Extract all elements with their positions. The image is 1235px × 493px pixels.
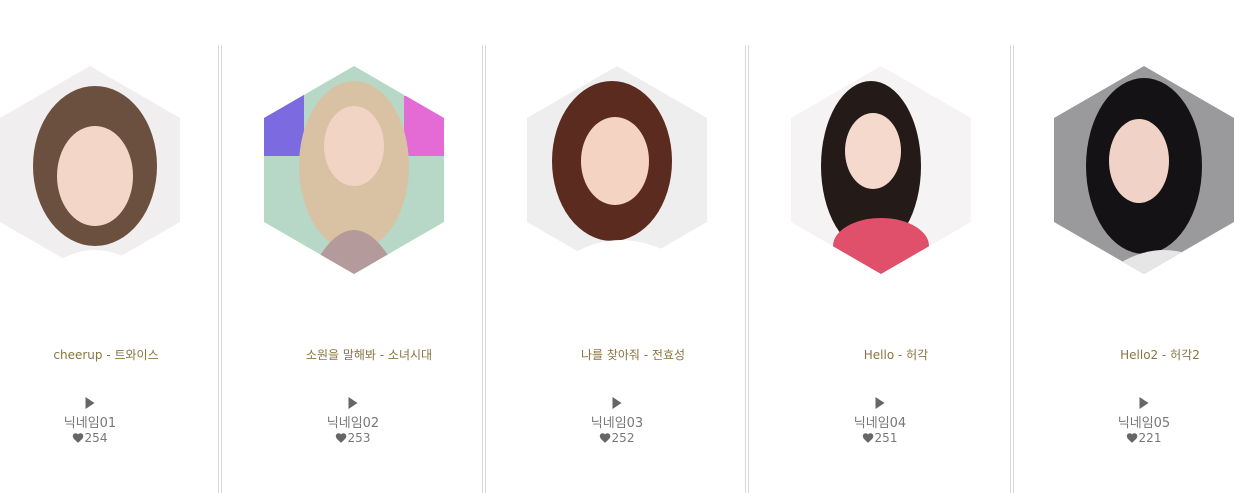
column-divider xyxy=(482,45,486,493)
nickname: 닉네임05 xyxy=(1117,416,1171,431)
song-card[interactable]: Hello2 - 허각2 닉네임05 221 xyxy=(1015,0,1235,493)
nickname: 닉네임01 xyxy=(63,416,117,431)
column-divider xyxy=(745,45,749,493)
like-count-value: 253 xyxy=(347,431,371,445)
song-card[interactable]: Hello - 허각 닉네임04 251 xyxy=(750,0,1010,493)
column-divider xyxy=(1010,45,1014,493)
photo-face xyxy=(324,106,384,186)
song-card[interactable]: cheerup - 트와이스 닉네임01 254 xyxy=(0,0,218,493)
song-title[interactable]: Hello - 허각 xyxy=(864,346,928,363)
photo-stage-light xyxy=(404,96,444,156)
like-count-value: 254 xyxy=(84,431,108,445)
play-icon[interactable] xyxy=(612,397,622,409)
photo-face xyxy=(845,113,901,189)
artist-photo[interactable] xyxy=(1054,66,1234,274)
artist-photo[interactable] xyxy=(791,66,971,274)
photo-face xyxy=(1109,119,1169,203)
artist-photo-image xyxy=(264,66,444,274)
column-divider xyxy=(218,45,222,493)
photo-stage-light xyxy=(264,86,304,156)
like-count[interactable]: 221 xyxy=(1126,431,1162,445)
nickname: 닉네임04 xyxy=(853,416,907,431)
like-count[interactable]: 254 xyxy=(72,431,108,445)
song-title[interactable]: 나를 찾아줘 - 전효성 xyxy=(581,346,685,363)
heart-icon xyxy=(72,433,84,443)
song-title[interactable]: cheerup - 트와이스 xyxy=(53,346,158,363)
play-icon[interactable] xyxy=(85,397,95,409)
nickname: 닉네임03 xyxy=(590,416,644,431)
artist-photo[interactable] xyxy=(264,66,444,274)
song-card-strip: cheerup - 트와이스 닉네임01 254 소원을 말해봐 - 소녀시대 … xyxy=(0,0,1235,493)
like-count-value: 251 xyxy=(874,431,898,445)
play-icon[interactable] xyxy=(875,397,885,409)
photo-face xyxy=(57,126,133,226)
song-card[interactable]: 나를 찾아줘 - 전효성 닉네임03 252 xyxy=(487,0,745,493)
song-card[interactable]: 소원을 말해봐 - 소녀시대 닉네임02 253 xyxy=(223,0,482,493)
like-count[interactable]: 252 xyxy=(599,431,635,445)
play-icon[interactable] xyxy=(348,397,358,409)
artist-photo[interactable] xyxy=(527,66,707,274)
artist-photo-image xyxy=(527,66,707,274)
heart-icon xyxy=(599,433,611,443)
play-icon[interactable] xyxy=(1139,397,1149,409)
like-count-value: 252 xyxy=(611,431,635,445)
song-title[interactable]: 소원을 말해봐 - 소녀시대 xyxy=(306,346,432,363)
artist-photo-image xyxy=(1054,66,1234,274)
like-count[interactable]: 251 xyxy=(862,431,898,445)
song-title[interactable]: Hello2 - 허각2 xyxy=(1120,346,1200,363)
heart-icon xyxy=(1126,433,1138,443)
heart-icon xyxy=(335,433,347,443)
like-count-value: 221 xyxy=(1138,431,1162,445)
like-count[interactable]: 253 xyxy=(335,431,371,445)
nickname: 닉네임02 xyxy=(326,416,380,431)
photo-flowers xyxy=(833,218,929,274)
artist-photo-image xyxy=(791,66,971,274)
heart-icon xyxy=(862,433,874,443)
photo-face xyxy=(581,117,649,205)
artist-photo[interactable] xyxy=(0,66,180,274)
artist-photo-image xyxy=(0,66,180,274)
